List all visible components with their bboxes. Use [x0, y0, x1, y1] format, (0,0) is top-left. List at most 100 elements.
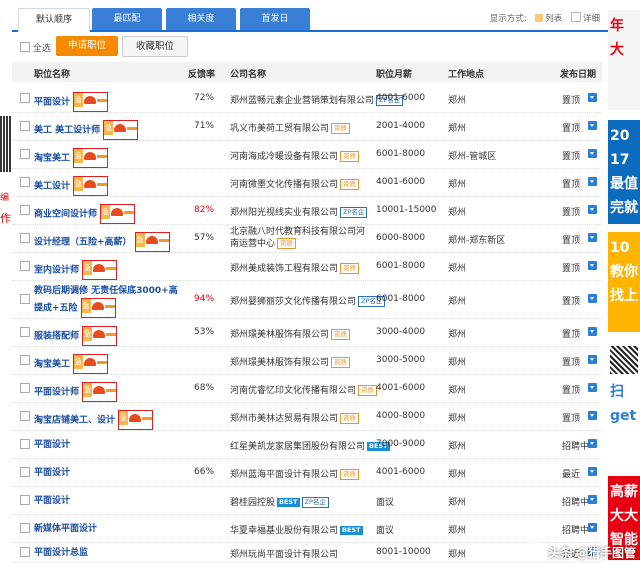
job-title-link[interactable]: 新媒体平面设计	[34, 524, 97, 534]
company-link[interactable]: 巩义市美荷工贸有限公司	[230, 124, 329, 134]
company-link[interactable]: 北京融八时代教育科技有限公司河南运营中心	[230, 227, 365, 249]
row-checkbox[interactable]	[20, 93, 30, 103]
expand-details-button[interactable]	[588, 233, 597, 242]
company-link[interactable]: 红星美凯龙家居集团股份有限公司	[230, 442, 365, 452]
list-view-icon[interactable]	[535, 14, 544, 22]
company-link[interactable]: 郑州蓝海平面设计有限公司	[230, 470, 338, 480]
table-row[interactable]: 淘宝美工急 河南海成冷暖设备有限公司 资质 6001-8000 郑州-管城区 置顶	[12, 140, 602, 169]
job-title-link[interactable]: 室内设计师	[34, 266, 79, 276]
job-title-link[interactable]: 美工 美工设计师	[34, 126, 100, 136]
select-all-checkbox[interactable]	[20, 42, 30, 52]
sidebar-ad-banner[interactable]: 扫 get	[608, 344, 640, 440]
row-checkbox[interactable]	[20, 383, 30, 393]
row-checkbox[interactable]	[20, 495, 30, 505]
row-checkbox[interactable]	[20, 233, 30, 243]
table-row[interactable]: 平面设计 碧桂园控股 BEST ZP名企 面议 郑州 招聘中	[12, 486, 602, 515]
company-link[interactable]: 郑州阳光视线实业有限公司	[230, 208, 338, 218]
company-link[interactable]: 郑州璟美林服饰有限公司	[230, 358, 329, 368]
apply-job-button[interactable]: 申请职位	[56, 36, 118, 56]
favorite-job-button[interactable]: 收藏职位	[122, 36, 188, 57]
row-checkbox[interactable]	[20, 411, 30, 421]
tab-default-order[interactable]: 默认顺序	[18, 8, 90, 32]
row-checkbox[interactable]	[20, 327, 30, 337]
detail-view-icon[interactable]	[570, 12, 581, 22]
urgent-hat-icon	[93, 386, 106, 394]
table-row[interactable]: 服装搭配师急 53% 郑州璟美林服饰有限公司 资质 3000-4000 郑州 置顶	[12, 318, 602, 347]
expand-details-button[interactable]	[588, 495, 597, 504]
job-title-link[interactable]: 平面设计	[34, 440, 70, 450]
expand-details-button[interactable]	[588, 261, 597, 270]
table-row[interactable]: 平面设计急 72% 郑州蓝畅元素企业营销策划有限公司 ZP名企 4001-6000 郑州置…	[12, 84, 602, 113]
row-checkbox[interactable]	[20, 355, 30, 365]
job-title-link[interactable]: 商业空间设计师	[34, 210, 97, 220]
job-title-link[interactable]: 平面设计师	[34, 388, 79, 398]
row-checkbox[interactable]	[20, 121, 30, 131]
tab-relevance[interactable]: 相关度	[166, 8, 236, 30]
row-checkbox[interactable]	[20, 294, 30, 304]
table-row[interactable]: 平面设计 红星美凯龙家居集团股份有限公司 BEST 7000-9000 郑州 招聘中	[12, 430, 602, 459]
job-title-link[interactable]: 平面设计	[34, 468, 70, 478]
job-title-cell: 淘宝美工急	[34, 148, 109, 168]
expand-details-button[interactable]	[588, 121, 597, 130]
company-link[interactable]: 郑州蓝畅元素企业营销策划有限公司	[230, 96, 374, 106]
expand-details-button[interactable]	[588, 177, 597, 186]
job-title-link[interactable]: 服装搭配师	[34, 332, 79, 342]
list-view-label[interactable]: 列表	[545, 14, 562, 24]
expand-details-button[interactable]	[588, 327, 597, 336]
company-link[interactable]: 河南海成冷暖设备有限公司	[230, 152, 338, 162]
table-row[interactable]: 室内设计师急 郑州美成装饰工程有限公司 资质 6001-8000 郑州 置顶	[12, 252, 602, 281]
table-row[interactable]: 淘宝店铺美工、设计急 郑州市美林达贸易有限公司 资质 4000-8000 郑州 置顶	[12, 402, 602, 431]
table-row[interactable]: 淘宝美工急 郑州璟美林服饰有限公司 资质 3000-5000 郑州 置顶	[12, 346, 602, 375]
table-row[interactable]: 设计经理（五险+高薪）急 57% 北京融八时代教育科技有限公司河南运营中心 资质 600…	[12, 224, 602, 253]
job-title-link[interactable]: 美工设计	[34, 182, 70, 192]
company-link[interactable]: 河南优睿忆印文化传播有限公司	[230, 386, 356, 396]
sidebar-ad-banner[interactable]: 年 大	[608, 10, 640, 110]
expand-details-button[interactable]	[588, 93, 597, 102]
row-checkbox[interactable]	[20, 205, 30, 215]
table-row[interactable]: 新媒体平面设计 华夏幸福基业股份有限公司 BEST 面议 郑州 招聘中	[12, 514, 602, 543]
company-link[interactable]: 碧桂园控股	[230, 498, 275, 508]
table-row[interactable]: 教码后期调修 无责任保底3000+高提成+五险急 94% 郑州婴狮丽莎文化传播有限公…	[12, 280, 602, 319]
table-row[interactable]: 商业空间设计师急 82% 郑州阳光视线实业有限公司 ZP名企 10001-15000 郑州…	[12, 196, 602, 225]
row-checkbox[interactable]	[20, 439, 30, 449]
company-link[interactable]: 华夏幸福基业股份有限公司	[230, 526, 338, 536]
expand-details-button[interactable]	[588, 294, 597, 303]
company-link[interactable]: 河南微墨文化传播有限公司	[230, 180, 338, 190]
expand-details-button[interactable]	[588, 383, 597, 392]
company-link[interactable]: 郑州美成装饰工程有限公司	[230, 264, 338, 274]
expand-details-button[interactable]	[588, 355, 597, 364]
row-checkbox[interactable]	[20, 177, 30, 187]
expand-details-button[interactable]	[588, 205, 597, 214]
job-title-link[interactable]: 平面设计	[34, 98, 70, 108]
job-title-link[interactable]: 平面设计	[34, 496, 70, 506]
row-checkbox[interactable]	[20, 523, 30, 533]
detail-view-label[interactable]: 详细	[583, 14, 600, 24]
table-row[interactable]: 平面设计 66% 郑州蓝海平面设计有限公司 资质 4001-6000 郑州 最近	[12, 458, 602, 487]
job-title-link[interactable]: 淘宝店铺美工、设计	[34, 416, 115, 426]
expand-details-button[interactable]	[588, 523, 597, 532]
expand-details-button[interactable]	[588, 411, 597, 420]
table-row[interactable]: 美工 美工设计师急 71% 巩义市美荷工贸有限公司 资质 2001-4000 郑州 置顶	[12, 112, 602, 141]
company-link[interactable]: 郑州玩尚平面设计有限公司	[230, 550, 338, 560]
row-checkbox[interactable]	[20, 149, 30, 159]
row-checkbox[interactable]	[20, 261, 30, 271]
job-title-link[interactable]: 淘宝美工	[34, 360, 70, 370]
expand-details-button[interactable]	[588, 439, 597, 448]
job-title-link[interactable]: 设计经理（五险+高薪）	[34, 238, 132, 248]
table-row[interactable]: 美工设计急 河南微墨文化传播有限公司 资质 4001-6000 郑州 置顶	[12, 168, 602, 197]
company-link[interactable]: 郑州市美林达贸易有限公司	[230, 414, 338, 424]
company-link[interactable]: 郑州璟美林服饰有限公司	[230, 330, 329, 340]
tab-first-posted[interactable]: 首发日	[240, 8, 310, 30]
expand-details-button[interactable]	[588, 149, 597, 158]
sidebar-ad-banner[interactable]: 10 教你 找上	[608, 232, 640, 332]
row-checkbox[interactable]	[20, 547, 30, 557]
tab-best-match[interactable]: 最匹配	[92, 8, 162, 30]
table-row[interactable]: 平面设计总监 郑州玩尚平面设计有限公司 8001-10000 郑州 最近	[12, 542, 602, 563]
job-title-link[interactable]: 淘宝美工	[34, 154, 70, 164]
job-title-link[interactable]: 平面设计总监	[34, 548, 88, 558]
company-link[interactable]: 郑州婴狮丽莎文化传播有限公司	[230, 297, 356, 307]
row-checkbox[interactable]	[20, 467, 30, 477]
table-row[interactable]: 平面设计师急 68% 河南优睿忆印文化传播有限公司 资质 4001-6000 郑州 置顶	[12, 374, 602, 403]
sidebar-ad-banner[interactable]: 2017 最值 完就	[608, 120, 640, 224]
expand-details-button[interactable]	[588, 467, 597, 476]
